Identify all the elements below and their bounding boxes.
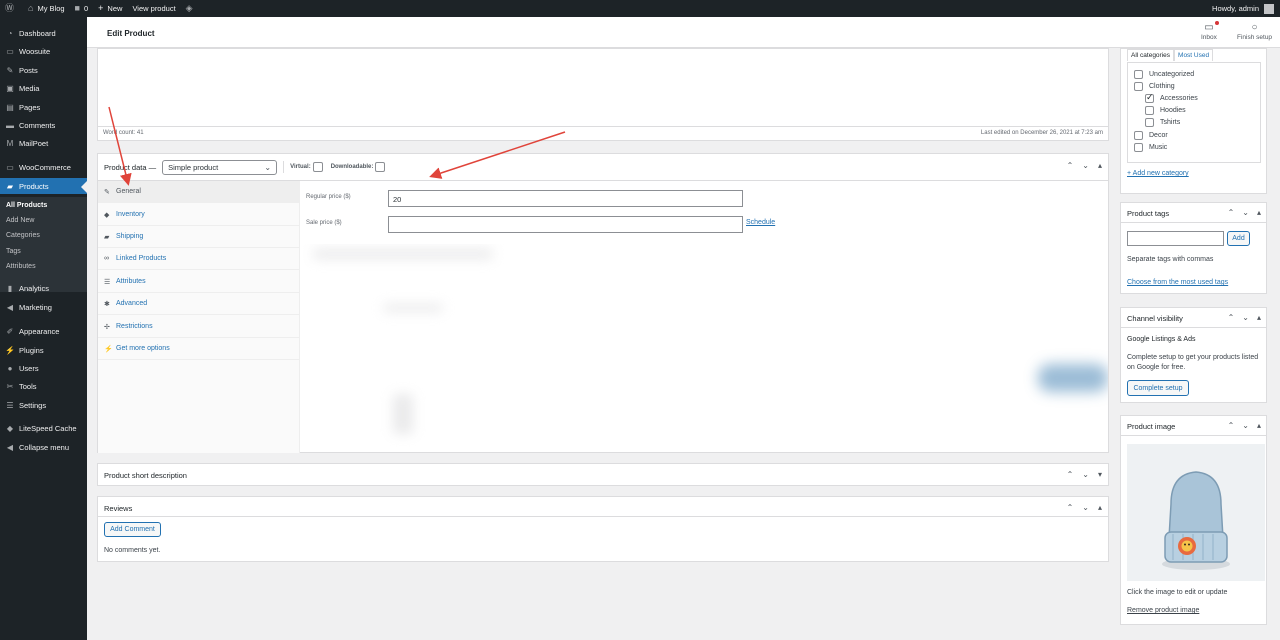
arrow-to-regular-price — [429, 131, 566, 179]
arrow-to-general-tab — [108, 106, 132, 186]
annotation-arrows — [108, 106, 566, 186]
